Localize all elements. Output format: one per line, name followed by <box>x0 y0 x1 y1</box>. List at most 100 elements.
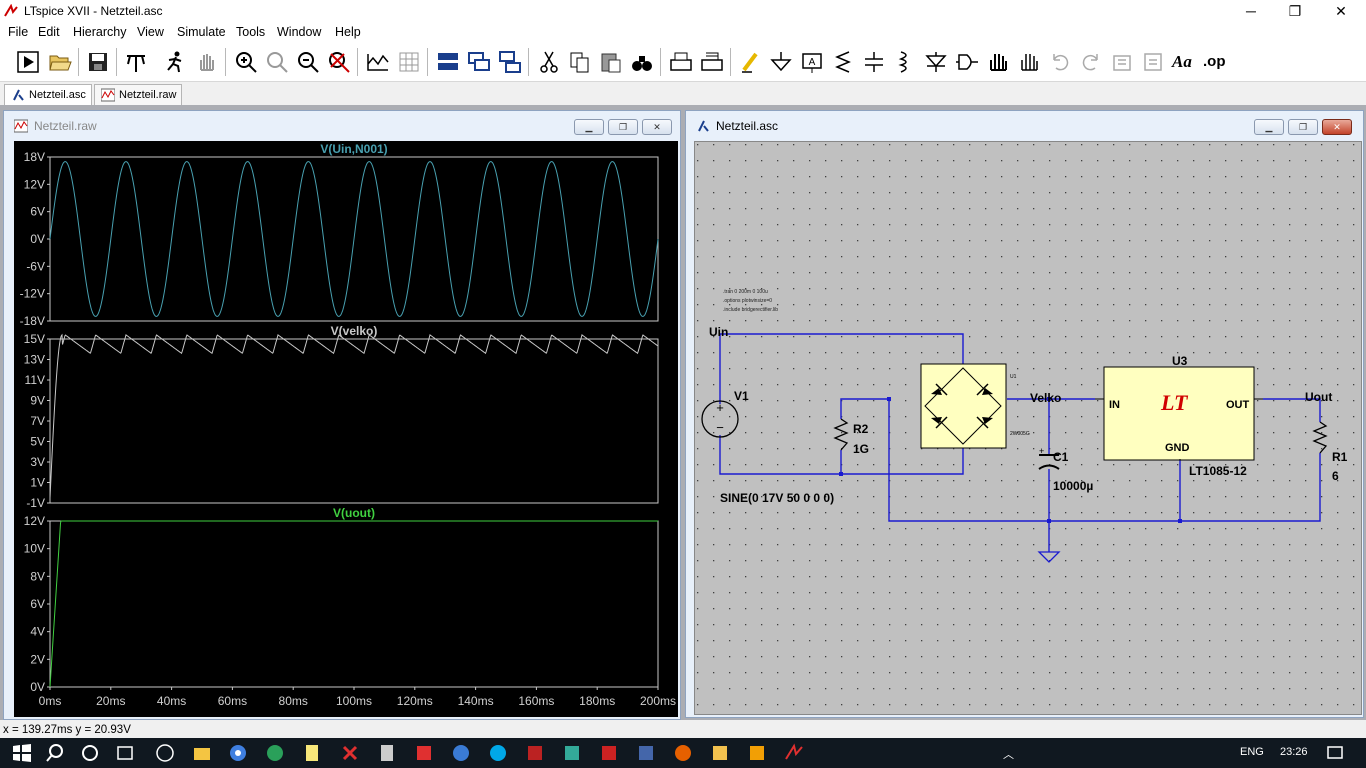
c1-value[interactable]: 10000µ <box>1053 479 1093 493</box>
waveform-plot[interactable]: V(Uin,N001)18V12V6V0V-6V-12V-18VV(velko)… <box>14 141 678 717</box>
grid-icon[interactable] <box>397 50 421 74</box>
text-icon[interactable]: Aa <box>1172 50 1196 74</box>
menu-view[interactable]: View <box>137 25 164 39</box>
menu-window[interactable]: Window <box>277 25 321 39</box>
clock[interactable]: 23:26 <box>1280 746 1308 758</box>
find-icon[interactable] <box>630 50 654 74</box>
resistor-icon[interactable] <box>831 50 855 74</box>
mdi-workspace: Netzteil.raw ▁ ❐ ✕ V(Uin,N001) 18V 12V 6V 0V… <box>0 105 1366 720</box>
print-setup-icon[interactable] <box>700 50 724 74</box>
net-label-uout[interactable]: Uout <box>1305 390 1332 404</box>
net-label-velko[interactable]: Velko <box>1030 391 1061 405</box>
control-panel-icon[interactable] <box>124 50 148 74</box>
close-button[interactable]: ✕ <box>642 119 672 135</box>
tab-netzteil-raw[interactable]: Netzteil.raw <box>94 84 182 105</box>
app-icon[interactable] <box>599 743 619 763</box>
net-label-uin[interactable]: Uin <box>709 325 728 339</box>
draw-wire-icon[interactable] <box>738 50 762 74</box>
spice-directives[interactable]: .tran 0 200m 0 100u .options plotwinsize… <box>723 288 778 315</box>
open-icon[interactable] <box>48 50 72 74</box>
app-icon[interactable] <box>710 743 730 763</box>
notepad-icon[interactable] <box>302 743 322 763</box>
app-icon[interactable] <box>265 743 285 763</box>
windows-start-icon[interactable] <box>12 743 32 763</box>
minimize-button[interactable]: ▁ <box>574 119 604 135</box>
diode-icon[interactable] <box>924 50 948 74</box>
chrome-icon[interactable] <box>228 743 248 763</box>
skype-icon[interactable] <box>488 743 508 763</box>
tray-chevron-icon[interactable]: ︿ <box>1003 746 1014 762</box>
ground-icon[interactable] <box>769 50 793 74</box>
language-indicator[interactable]: ENG <box>1240 746 1264 758</box>
u1-part[interactable]: 2W005G <box>1010 431 1030 437</box>
menu-file[interactable]: File <box>8 25 28 39</box>
app-icon[interactable] <box>451 743 471 763</box>
restore-button[interactable]: ❐ <box>608 119 638 135</box>
tile-horizontal-icon[interactable] <box>436 50 460 74</box>
save-icon[interactable] <box>86 50 110 74</box>
app-icon[interactable] <box>747 743 767 763</box>
menu-edit[interactable]: Edit <box>38 25 60 39</box>
r2-value[interactable]: 1G <box>853 442 869 456</box>
close-button[interactable]: ✕ <box>1318 0 1364 22</box>
pan-icon[interactable] <box>195 50 219 74</box>
menu-hierarchy[interactable]: Hierarchy <box>73 25 127 39</box>
run-icon[interactable] <box>16 50 40 74</box>
maximize-button[interactable]: ❐ <box>1272 0 1318 22</box>
close-button[interactable]: ✕ <box>1322 119 1352 135</box>
zoom-in-icon[interactable] <box>234 50 258 74</box>
app-icon[interactable] <box>525 743 545 763</box>
mirror-icon[interactable] <box>1141 50 1165 74</box>
tab-netzteil-asc[interactable]: Netzteil.asc <box>4 84 92 105</box>
capacitor-icon[interactable] <box>862 50 886 74</box>
app-icon[interactable] <box>636 743 656 763</box>
restore-button[interactable]: ❐ <box>1288 119 1318 135</box>
component-icon[interactable] <box>955 50 979 74</box>
copy-icon[interactable] <box>568 50 592 74</box>
notification-icon[interactable] <box>1325 743 1345 763</box>
app-icon[interactable] <box>414 743 434 763</box>
menu-simulate[interactable]: Simulate <box>177 25 226 39</box>
tile-vertical-icon[interactable] <box>498 50 522 74</box>
undo-icon[interactable] <box>1048 50 1072 74</box>
y-tick-label: 5V <box>30 435 45 449</box>
file-explorer-icon[interactable] <box>192 743 212 763</box>
paste-icon[interactable] <box>599 50 623 74</box>
waveform-plot-area[interactable]: V(Uin,N001) 18V 12V 6V 0V -6V -12V -18V V(velko)… <box>14 141 678 717</box>
cut-icon[interactable] <box>537 50 561 74</box>
halt-icon[interactable] <box>163 50 187 74</box>
inductor-icon[interactable] <box>893 50 917 74</box>
cascade-icon[interactable] <box>467 50 491 74</box>
menu-help[interactable]: Help <box>335 25 361 39</box>
schematic-canvas[interactable]: + − + .tran 0 200m 0 100u .options plotw… <box>694 141 1363 716</box>
schematic-window[interactable]: Netzteil.asc ▁ ❐ ✕ + − + .tran 0 200m 0 … <box>685 110 1364 718</box>
u3-part[interactable]: LT1085-12 <box>1189 464 1247 478</box>
redo-icon[interactable] <box>1079 50 1103 74</box>
minimize-button[interactable]: ─ <box>1228 0 1274 22</box>
spice-directive-icon[interactable]: .op <box>1203 50 1227 74</box>
autorange-icon[interactable] <box>366 50 390 74</box>
rotate-icon[interactable] <box>1110 50 1134 74</box>
app-icon[interactable] <box>155 743 175 763</box>
ltspice-taskbar-icon[interactable] <box>784 743 804 763</box>
r1-value[interactable]: 6 <box>1332 469 1339 483</box>
move-icon[interactable] <box>986 50 1010 74</box>
drag-icon[interactable] <box>1017 50 1041 74</box>
zoom-cancel-icon[interactable] <box>327 50 351 74</box>
zoom-full-icon[interactable] <box>265 50 289 74</box>
cortana-icon[interactable] <box>80 743 100 763</box>
search-icon[interactable] <box>45 743 65 763</box>
calculator-icon[interactable] <box>377 743 397 763</box>
label-net-icon[interactable]: A <box>800 50 824 74</box>
minimize-button[interactable]: ▁ <box>1254 119 1284 135</box>
print-icon[interactable] <box>669 50 693 74</box>
zoom-out-icon[interactable] <box>296 50 320 74</box>
app-icon[interactable] <box>340 743 360 763</box>
app-icon[interactable] <box>562 743 582 763</box>
firefox-icon[interactable] <box>673 743 693 763</box>
v1-value[interactable]: SINE(0 17V 50 0 0 0) <box>720 491 834 505</box>
bridge-rectifier-u1[interactable] <box>920 363 1007 449</box>
waveform-window[interactable]: Netzteil.raw ▁ ❐ ✕ V(Uin,N001) 18V 12V 6V 0V… <box>3 110 681 720</box>
task-view-icon[interactable] <box>115 743 135 763</box>
menu-tools[interactable]: Tools <box>236 25 265 39</box>
